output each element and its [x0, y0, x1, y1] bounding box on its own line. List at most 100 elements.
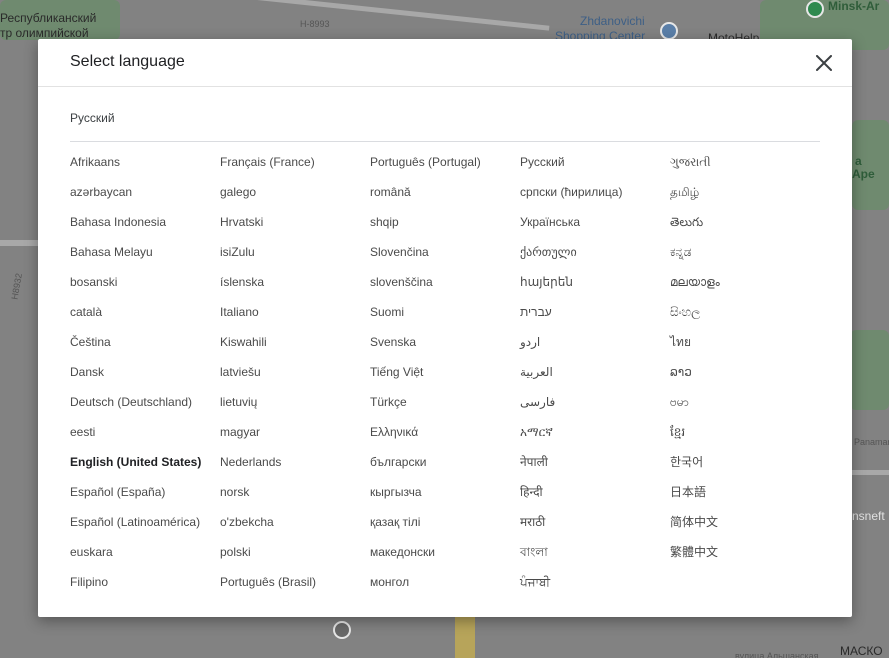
museum-pin-icon[interactable] — [333, 621, 351, 639]
language-option[interactable]: Nederlands — [220, 453, 370, 483]
language-column: Português (Portugal) română shqip Slovenčin… — [370, 153, 520, 603]
language-option[interactable]: English (United States) — [70, 453, 220, 483]
language-option[interactable]: ქართული — [520, 243, 670, 273]
language-option[interactable]: العربية — [520, 363, 670, 393]
language-option[interactable]: 繁體中文 — [670, 543, 820, 573]
language-option[interactable]: íslenska — [220, 273, 370, 303]
map-label-road: H-8993 — [300, 19, 330, 29]
map-label-street: вулица Альшанская — [735, 651, 819, 658]
language-option[interactable]: मराठी — [520, 513, 670, 543]
language-option[interactable]: Українська — [520, 213, 670, 243]
language-grid: Afrikaans azərbaycan Bahasa Indonesia Bahas… — [70, 153, 820, 603]
language-option[interactable]: кыргызча — [370, 483, 520, 513]
language-option[interactable]: සිංහල — [670, 303, 820, 333]
map-road — [0, 240, 38, 246]
language-option[interactable]: azərbaycan — [70, 183, 220, 213]
language-option[interactable]: Čeština — [70, 333, 220, 363]
language-column: Afrikaans azərbaycan Bahasa Indonesia Bahas… — [70, 153, 220, 603]
map-park-area — [850, 330, 889, 410]
language-option[interactable]: नेपाली — [520, 453, 670, 483]
language-option[interactable]: Español (España) — [70, 483, 220, 513]
language-option[interactable]: አማርኛ — [520, 423, 670, 453]
language-option[interactable]: polski — [220, 543, 370, 573]
language-option[interactable]: Tiếng Việt — [370, 363, 520, 393]
language-option[interactable]: o'zbekcha — [220, 513, 370, 543]
language-option[interactable]: Türkçe — [370, 393, 520, 423]
language-option[interactable]: ລາວ — [670, 363, 820, 393]
language-option[interactable]: ខ្មែរ — [670, 423, 820, 453]
language-option[interactable]: ไทย — [670, 333, 820, 363]
language-option[interactable]: Afrikaans — [70, 153, 220, 183]
language-option[interactable]: Deutsch (Deutschland) — [70, 393, 220, 423]
language-option[interactable]: 한국어 — [670, 453, 820, 483]
language-option[interactable]: 日本語 — [670, 483, 820, 513]
language-option[interactable]: 简体中文 — [670, 513, 820, 543]
language-option[interactable]: Hrvatski — [220, 213, 370, 243]
language-option[interactable]: മലയാളം — [670, 273, 820, 303]
language-option[interactable]: Slovenčina — [370, 243, 520, 273]
language-column: ગુજરાતી தமிழ் తెలుగు ಕನ್ನಡ മലയാളം සිංහල ไทย ລາວ… — [670, 153, 820, 603]
current-language: Русский — [70, 111, 115, 125]
language-option[interactable]: català — [70, 303, 220, 333]
language-option[interactable]: తెలుగు — [670, 213, 820, 243]
language-dialog: Select language Русский Afrikaans azərbay… — [38, 39, 852, 617]
language-option[interactable]: עברית — [520, 303, 670, 333]
language-option[interactable]: eesti — [70, 423, 220, 453]
language-option[interactable]: bosanski — [70, 273, 220, 303]
language-option[interactable]: Svenska — [370, 333, 520, 363]
language-option[interactable]: Filipino — [70, 573, 220, 603]
language-option[interactable]: latviešu — [220, 363, 370, 393]
map-label-sneft: nsneft — [852, 509, 885, 523]
language-option[interactable]: ਪੰਜਾਬੀ — [520, 573, 670, 603]
language-option[interactable]: Suomi — [370, 303, 520, 333]
language-option[interactable]: বাংলা — [520, 543, 670, 573]
map-label-panamarenka: Panamarenk — [854, 437, 889, 447]
language-option[interactable]: ಕನ್ನಡ — [670, 243, 820, 273]
close-button[interactable] — [810, 49, 838, 77]
language-option[interactable]: македонски — [370, 543, 520, 573]
language-option[interactable]: српски (ћирилица) — [520, 183, 670, 213]
language-option[interactable]: Português (Portugal) — [370, 153, 520, 183]
map-road — [250, 0, 550, 31]
language-option[interactable]: اردو — [520, 333, 670, 363]
language-option[interactable]: isiZulu — [220, 243, 370, 273]
language-option[interactable]: Русский — [520, 153, 670, 183]
language-option[interactable]: Français (France) — [220, 153, 370, 183]
map-label-macke: МАСКО — [840, 644, 883, 658]
language-option[interactable]: lietuvių — [220, 393, 370, 423]
language-option[interactable]: монгол — [370, 573, 520, 603]
language-option[interactable]: हिन्दी — [520, 483, 670, 513]
language-option[interactable]: Italiano — [220, 303, 370, 333]
location-pin-icon[interactable] — [806, 0, 824, 18]
dialog-title: Select language — [70, 53, 185, 70]
language-option[interactable]: Português (Brasil) — [220, 573, 370, 603]
language-option[interactable]: Ελληνικά — [370, 423, 520, 453]
language-option[interactable]: Dansk — [70, 363, 220, 393]
close-icon — [816, 55, 832, 71]
language-option[interactable]: ગુજરાતી — [670, 153, 820, 183]
language-option[interactable]: norsk — [220, 483, 370, 513]
language-option[interactable]: română — [370, 183, 520, 213]
language-option[interactable]: ဗမာ — [670, 393, 820, 423]
language-option[interactable]: தமிழ் — [670, 183, 820, 213]
language-option[interactable]: Kiswahili — [220, 333, 370, 363]
language-option[interactable]: Español (Latinoamérica) — [70, 513, 220, 543]
language-option[interactable]: български — [370, 453, 520, 483]
language-option[interactable]: فارسی — [520, 393, 670, 423]
language-column: Français (France) galego Hrvatski isiZulu ís… — [220, 153, 370, 603]
language-option[interactable]: Bahasa Indonesia — [70, 213, 220, 243]
language-option[interactable]: қазақ тілі — [370, 513, 520, 543]
map-label-right: Аре — [852, 167, 875, 181]
map-label-road: H8932 — [9, 272, 25, 301]
language-option[interactable]: Bahasa Melayu — [70, 243, 220, 273]
language-option[interactable]: slovenščina — [370, 273, 520, 303]
language-option[interactable]: euskara — [70, 543, 220, 573]
language-option[interactable]: shqip — [370, 213, 520, 243]
map-road — [852, 470, 889, 475]
language-option[interactable]: հայերեն — [520, 273, 670, 303]
language-option[interactable]: magyar — [220, 423, 370, 453]
language-option[interactable]: galego — [220, 183, 370, 213]
map-label-minsk: Minsk-Ar — [828, 0, 880, 13]
shopping-cart-pin-icon[interactable] — [660, 22, 678, 40]
map-label-zhdanovichi: Zhdanovichi — [580, 14, 645, 28]
